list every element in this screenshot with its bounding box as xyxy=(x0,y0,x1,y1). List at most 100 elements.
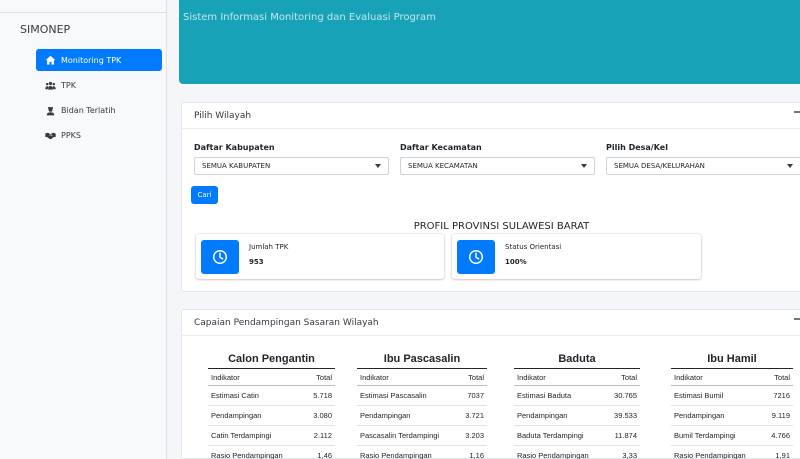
row-label: Estimasi Bumil xyxy=(674,391,724,400)
row-value: 1,16 xyxy=(469,451,484,459)
info-label: Status Orientasi xyxy=(505,243,562,251)
info-box-jumlah-tpk: Jumlah TPK 953 xyxy=(196,234,444,279)
table-row: Estimasi Baduta 30.765 xyxy=(514,386,640,406)
kabupaten-select[interactable]: SEMUA KABUPATEN xyxy=(194,157,389,175)
handshake-icon xyxy=(44,129,56,141)
select-value: SEMUA DESA/KELURAHAN xyxy=(614,162,705,170)
stat-table-ibu-hamil: Ibu Hamil Indikator Total Estimasi Bumil… xyxy=(671,353,793,459)
table-row: Rasio Pendampingan 1,16 xyxy=(357,446,487,459)
info-value: 100% xyxy=(505,258,527,266)
row-value: 11.874 xyxy=(614,431,637,440)
pilih-wilayah-card: Pilih Wilayah Daftar Kabupaten SEMUA KAB… xyxy=(181,102,800,292)
header-cell: Indikator xyxy=(517,372,546,382)
sidebar-item-label: TPK xyxy=(61,80,76,90)
select-value: SEMUA KECAMATAN xyxy=(408,162,478,170)
row-label: Estimasi Catin xyxy=(211,391,259,400)
kecamatan-select[interactable]: SEMUA KECAMATAN xyxy=(400,157,595,175)
row-value: 3.721 xyxy=(465,411,484,420)
table-row: Rasio Pendampingan 3,33 xyxy=(514,446,640,459)
header-cell: Total xyxy=(468,372,484,382)
row-label: Rasio Pendampingan xyxy=(360,451,432,459)
sidebar-item-bidan-terlatih[interactable]: Bidan Terlatih xyxy=(36,99,162,121)
row-value: 4.766 xyxy=(771,431,790,440)
card-header: Capaian Pendampingan Sasaran Wilayah xyxy=(182,310,800,336)
collapse-icon[interactable] xyxy=(794,111,800,113)
table-row: Pendampingan 9.119 xyxy=(671,406,793,426)
select-value: SEMUA KABUPATEN xyxy=(202,162,271,170)
row-label: Pascasalin Terdampingi xyxy=(360,431,440,440)
row-value: 30.765 xyxy=(614,391,637,400)
info-label: Jumlah TPK xyxy=(249,243,289,251)
stat-title: Baduta xyxy=(514,353,640,369)
table-row: Pendampingan 3.080 xyxy=(208,406,335,426)
filter-kabupaten: Daftar Kabupaten SEMUA KABUPATEN xyxy=(194,143,400,175)
home-icon xyxy=(44,54,56,66)
table-header: Indikator Total xyxy=(208,369,335,386)
header-subtitle: Sistem Informasi Monitoring dan Evaluasi… xyxy=(183,12,436,23)
stat-table-baduta: Baduta Indikator Total Estimasi Baduta 30… xyxy=(514,353,640,459)
info-value: 953 xyxy=(249,258,264,266)
row-value: 3.203 xyxy=(465,431,484,440)
header-cell: Total xyxy=(316,372,332,382)
row-value: 1,46 xyxy=(317,451,332,459)
stat-title: Calon Pengantin xyxy=(208,353,335,369)
filter-kecamatan: Daftar Kecamatan SEMUA KECAMATAN xyxy=(400,143,606,175)
header-cell: Indikator xyxy=(360,372,389,382)
filter-label: Daftar Kabupaten xyxy=(194,143,275,152)
row-value: 3,33 xyxy=(622,451,637,459)
sidebar-divider xyxy=(0,12,167,13)
header-cell: Total xyxy=(774,372,790,382)
header-cell: Total xyxy=(621,372,637,382)
desa-select[interactable]: SEMUA DESA/KELURAHAN xyxy=(606,157,800,175)
table-header: Indikator Total xyxy=(357,369,487,386)
table-row: Estimasi Pascasalin 7037 xyxy=(357,386,487,406)
sidebar-item-ppks[interactable]: PPKS xyxy=(36,124,162,146)
capaian-card: Capaian Pendampingan Sasaran Wilayah Cal… xyxy=(181,309,800,459)
row-label: Rasio Pendampingan xyxy=(517,451,589,459)
row-value: 1,91 xyxy=(775,451,790,459)
chevron-down-icon xyxy=(581,164,587,168)
card-title: Capaian Pendampingan Sasaran Wilayah xyxy=(194,317,379,328)
profile-title: PROFIL PROVINSI SULAWESI BARAT xyxy=(413,221,590,232)
row-label: Pendampingan xyxy=(360,411,411,420)
row-label: Catin Terdampingi xyxy=(211,431,272,440)
info-box-status-orientasi: Status Orientasi 100% xyxy=(452,234,701,279)
sidebar-item-label: Bidan Terlatih xyxy=(61,105,116,115)
row-label: Pendampingan xyxy=(211,411,262,420)
header-cell: Indikator xyxy=(674,372,703,382)
row-value: 2.112 xyxy=(313,431,332,440)
table-row: Pascasalin Terdampingi 3.203 xyxy=(357,426,487,446)
stat-title: Ibu Hamil xyxy=(671,353,793,369)
table-row: Baduta Terdampingi 11.874 xyxy=(514,426,640,446)
chevron-down-icon xyxy=(375,164,381,168)
sidebar-item-tpk[interactable]: TPK xyxy=(36,74,162,96)
table-row: Catin Terdampingi 2.112 xyxy=(208,426,335,446)
sidebar: SIMONEP Monitoring TPK TPK Bidan Terlati… xyxy=(0,0,167,459)
stat-title: Ibu Pascasalin xyxy=(357,353,487,369)
row-label: Estimasi Pascasalin xyxy=(360,391,427,400)
users-icon xyxy=(44,79,56,91)
row-value: 7216 xyxy=(773,391,790,400)
sidebar-item-label: Monitoring TPK xyxy=(61,55,122,65)
table-row: Pendampingan 3.721 xyxy=(357,406,487,426)
table-row: Estimasi Bumil 7216 xyxy=(671,386,793,406)
table-row: Rasio Pendampingan 1,91 xyxy=(671,446,793,459)
brand-title[interactable]: SIMONEP xyxy=(20,23,70,36)
card-header: Pilih Wilayah xyxy=(182,103,800,129)
collapse-icon[interactable] xyxy=(794,318,800,320)
user-nurse-icon xyxy=(44,104,56,116)
row-label: Baduta Terdampingi xyxy=(517,431,584,440)
sidebar-item-label: PPKS xyxy=(61,130,81,140)
row-value: 39.533 xyxy=(614,411,637,420)
table-row: Estimasi Catin 5.718 xyxy=(208,386,335,406)
row-value: 3.080 xyxy=(313,411,332,420)
sidebar-item-monitoring-tpk[interactable]: Monitoring TPK xyxy=(36,49,162,71)
row-label: Rasio Pendampingan xyxy=(211,451,283,459)
row-label: Pendampingan xyxy=(517,411,568,420)
row-value: 5.718 xyxy=(313,391,332,400)
chevron-down-icon xyxy=(787,164,793,168)
filter-label: Daftar Kecamatan xyxy=(400,143,482,152)
table-row: Bumil Terdampingi 4.766 xyxy=(671,426,793,446)
row-label: Pendampingan xyxy=(674,411,725,420)
search-button[interactable]: Cari xyxy=(191,186,218,204)
